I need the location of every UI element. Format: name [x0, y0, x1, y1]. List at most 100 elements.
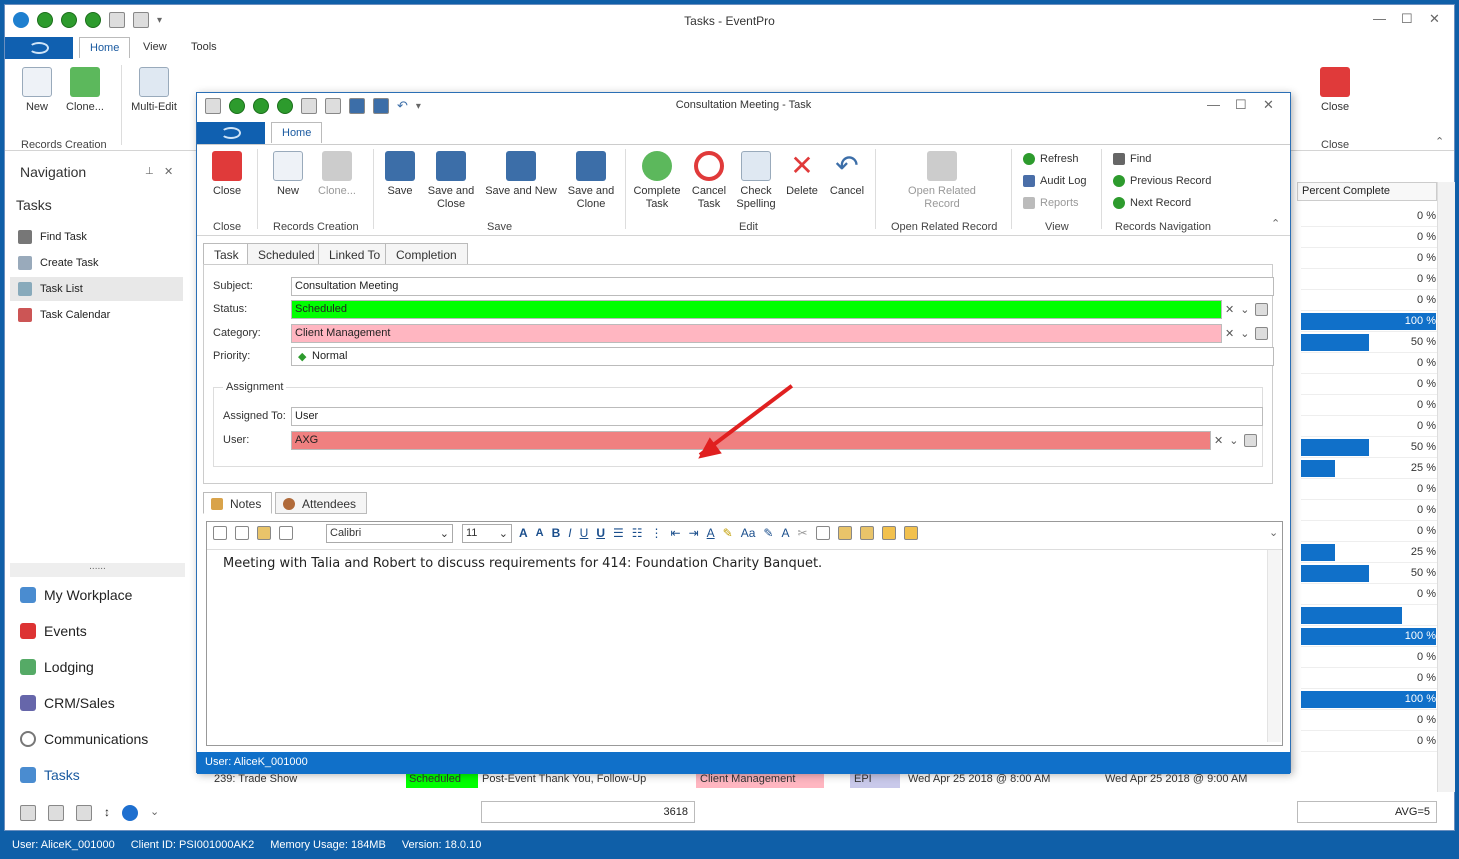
multilevel-list-icon[interactable]: ⋮ [651, 526, 663, 540]
clear-icon[interactable]: ✕ [1214, 434, 1223, 447]
decrease-indent-icon[interactable]: ⇤ [671, 526, 681, 540]
percent-complete-cell[interactable]: 0 % [1301, 353, 1439, 374]
percent-complete-cell[interactable]: 50 % [1301, 332, 1439, 353]
close-window-icon[interactable]: ✕ [1429, 11, 1440, 27]
chevron-down-icon[interactable]: ⌄ [1240, 327, 1249, 340]
lookup-icon[interactable] [1255, 303, 1269, 316]
clear-format-icon[interactable]: ✎ [763, 526, 773, 540]
dialog-close-button[interactable]: Close [207, 151, 247, 198]
check-spelling-button[interactable]: Check Spelling [733, 151, 779, 211]
dialog-minimize-icon[interactable]: — [1207, 97, 1220, 112]
italic-icon[interactable]: I [568, 526, 571, 540]
paste-icon[interactable] [837, 526, 852, 540]
dialog-close-icon[interactable]: ✕ [1263, 97, 1274, 113]
assigned-to-field[interactable]: User [291, 407, 1263, 426]
pin-icon[interactable]: ⊥ [145, 166, 154, 177]
complete-task-button[interactable]: Complete Task [631, 151, 683, 211]
sort-icon[interactable]: ↕ [104, 805, 110, 821]
open-related-record-button[interactable]: Open Related Record [903, 151, 981, 211]
percent-complete-cell[interactable]: 75 % [1301, 605, 1439, 626]
percent-complete-cell[interactable]: 0 % [1301, 500, 1439, 521]
chevron-down-icon[interactable]: ⌄ [1229, 434, 1238, 447]
cancel-button[interactable]: ↶ Cancel [827, 151, 867, 198]
tab-notes[interactable]: Notes [203, 492, 273, 514]
previous-record-button[interactable]: Previous Record [1113, 175, 1211, 187]
highlight-icon[interactable]: ✎ [723, 526, 733, 540]
dialog-file-tab[interactable] [197, 122, 265, 144]
percent-complete-cell[interactable]: 0 % [1301, 584, 1439, 605]
module-communications[interactable]: Communications [20, 731, 148, 747]
module-tasks[interactable]: Tasks [20, 767, 80, 783]
font-size-select[interactable]: 11 ⌄ [462, 524, 512, 543]
subject-field[interactable]: Consultation Meeting [291, 277, 1274, 296]
percent-complete-cell[interactable]: 0 % [1301, 227, 1439, 248]
dialog-new-button[interactable]: New [273, 151, 303, 198]
table-icon[interactable] [20, 805, 36, 821]
toolbar-overflow-icon[interactable]: ⌄ [1269, 526, 1278, 539]
next-record-button[interactable]: Next Record [1113, 197, 1191, 209]
change-case-icon[interactable]: Aa [741, 526, 756, 540]
editor-scrollbar[interactable] [1267, 550, 1281, 742]
find-replace-icon[interactable] [903, 526, 918, 540]
clone-button[interactable]: Clone... [63, 67, 107, 114]
percent-complete-cell[interactable]: 0 % [1301, 647, 1439, 668]
refresh-button[interactable]: Refresh [1023, 153, 1079, 165]
audit-log-button[interactable]: Audit Log [1023, 175, 1086, 187]
nav-item-create-task[interactable]: Create Task [10, 251, 183, 275]
bold-icon[interactable]: B [552, 526, 561, 540]
module-crm-sales[interactable]: CRM/Sales [20, 695, 115, 711]
tab-home[interactable]: Home [79, 37, 131, 58]
cut-icon[interactable]: ✂ [797, 526, 807, 540]
percent-complete-cell[interactable]: 0 % [1301, 731, 1439, 752]
maximize-icon[interactable]: ☐ [1401, 11, 1413, 27]
new-button[interactable]: New [19, 67, 55, 114]
nav-item-task-list[interactable]: Task List [10, 277, 183, 301]
percent-complete-cell[interactable]: 25 % [1301, 542, 1439, 563]
percent-complete-cell[interactable]: 100 % [1301, 689, 1439, 710]
new-doc-icon[interactable] [213, 526, 227, 540]
font-icon[interactable]: A [781, 526, 789, 540]
save-and-clone-button[interactable]: Save and Clone [565, 151, 617, 211]
percent-complete-cell[interactable]: 0 % [1301, 479, 1439, 500]
percent-complete-cell[interactable]: 0 % [1301, 374, 1439, 395]
percent-complete-cell[interactable]: 0 % [1301, 206, 1439, 227]
nav-item-task-calendar[interactable]: Task Calendar [10, 303, 183, 327]
module-lodging[interactable]: Lodging [20, 659, 94, 675]
numbered-list-icon[interactable]: ☷ [632, 526, 643, 540]
percent-complete-cell[interactable]: 100 % [1301, 626, 1439, 647]
dialog-maximize-icon[interactable]: ☐ [1235, 97, 1247, 113]
globe-icon[interactable] [122, 805, 138, 821]
nav-item-find-task[interactable]: Find Task [10, 225, 183, 249]
percent-complete-cell[interactable]: 0 % [1301, 710, 1439, 731]
font-color-icon[interactable]: A [707, 526, 715, 540]
clear-icon[interactable]: ✕ [1225, 303, 1234, 316]
delete-button[interactable]: ✕ Delete [783, 151, 821, 198]
copy-icon[interactable] [815, 526, 830, 540]
reports-button[interactable]: Reports [1023, 197, 1079, 209]
module-my-workplace[interactable]: My Workplace [20, 587, 132, 603]
percent-complete-cell[interactable]: 25 % [1301, 458, 1439, 479]
grid-scrollbar[interactable] [1437, 182, 1455, 792]
grow-font-icon[interactable]: A [519, 526, 528, 540]
open-icon[interactable] [257, 526, 271, 540]
save-button[interactable]: Save [383, 151, 417, 198]
paste-special-icon[interactable] [859, 526, 874, 540]
find-button[interactable]: Find [1113, 153, 1151, 165]
percent-complete-cell[interactable]: 0 % [1301, 521, 1439, 542]
clipboard-icon[interactable] [48, 805, 64, 821]
tab-view[interactable]: View [143, 41, 167, 53]
find-icon[interactable] [235, 526, 249, 540]
percent-complete-cell[interactable]: 0 % [1301, 668, 1439, 689]
priority-field[interactable]: ◆ Normal [291, 347, 1274, 366]
chevron-down-icon[interactable]: ⌄ [1240, 303, 1249, 316]
lookup-icon[interactable] [1244, 434, 1258, 447]
shrink-font-icon[interactable]: A [536, 527, 544, 539]
double-underline-icon[interactable]: U [596, 526, 605, 540]
user-field[interactable]: AXG [291, 431, 1211, 450]
dialog-tab-home[interactable]: Home [271, 122, 323, 143]
dialog-clone-button[interactable]: Clone... [315, 151, 359, 198]
font-name-select[interactable]: Calibri ⌄ [326, 524, 453, 543]
percent-complete-cell[interactable]: 100 % [1301, 311, 1439, 332]
percent-complete-cell[interactable]: 0 % [1301, 395, 1439, 416]
tab-attendees[interactable]: Attendees [275, 492, 368, 514]
